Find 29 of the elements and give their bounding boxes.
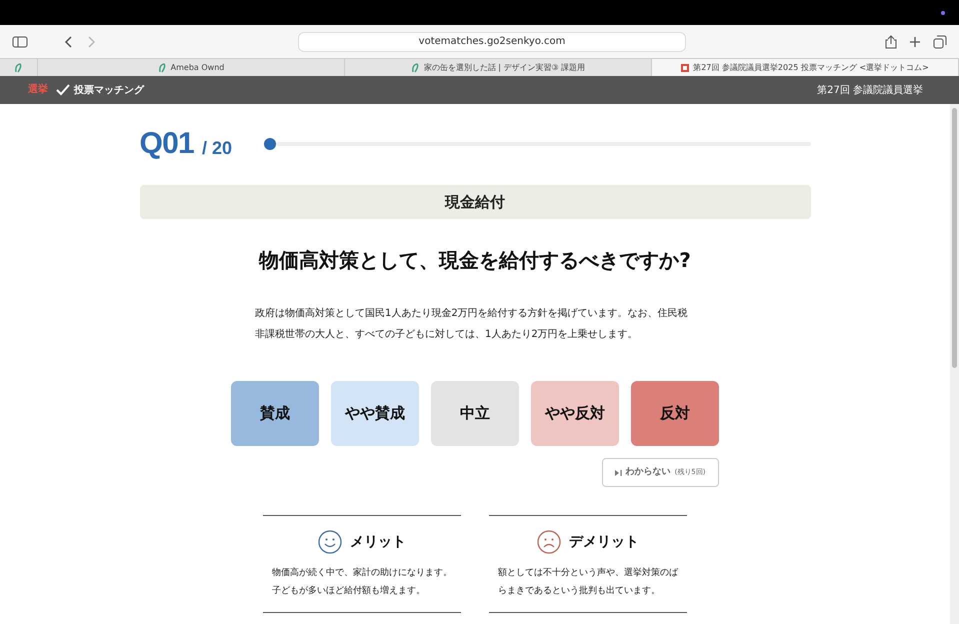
point-title: メリット [350,532,406,552]
plus-icon[interactable] [909,36,921,48]
sidebar-icon[interactable] [12,36,28,48]
tabs-icon[interactable] [933,34,947,48]
logo-text[interactable]: 投票マッチング [74,82,144,98]
site-favicon [681,64,690,72]
answer-button[interactable]: やや賛成 [331,381,419,446]
answer-button[interactable]: やや反対 [531,381,619,446]
question-number: Q01 [140,129,194,159]
address-bar[interactable]: votematches.go2senkyo.com [298,32,686,52]
logo-mark: 選挙 [28,85,48,95]
point-text: 物価高が続く中で、家計の助けになります。子どもが多いほど給付額も増えます。 [272,566,452,598]
question-description: 政府は物価高対策として国民1人あたり現金2万円を給付する方針を掲げています。なお、住民税非課税世帯の大人と、すべての子どもに対しては、1人あたり2万円を上乗せします。 [255,306,689,342]
skip-icon [614,470,622,476]
category-banner: 現金給付 [140,185,810,219]
back-icon[interactable] [64,36,74,48]
question-title: 物価高対策として、現金を給付するべきですか? [259,247,691,274]
answer-button[interactable]: 中立 [431,381,519,446]
browser-tab[interactable]: 第27回 参議院議員選挙2025 投票マッチング <選挙ドットコム> [652,59,959,76]
point-title: デメリット [569,532,639,552]
frown-icon [537,530,561,554]
smiley-icon [318,530,342,554]
share-icon[interactable] [885,34,897,48]
answer-button[interactable]: 反対 [631,381,719,446]
check-icon [56,84,70,96]
answer-button[interactable]: 賛成 [231,381,319,446]
question-total: / 20 [202,136,232,160]
election-title: 第27回 参議院議員選挙 [817,84,923,98]
point-text: 額としては不十分という声や、選挙対策のばらまきであるという批判も出ています。 [498,566,678,598]
